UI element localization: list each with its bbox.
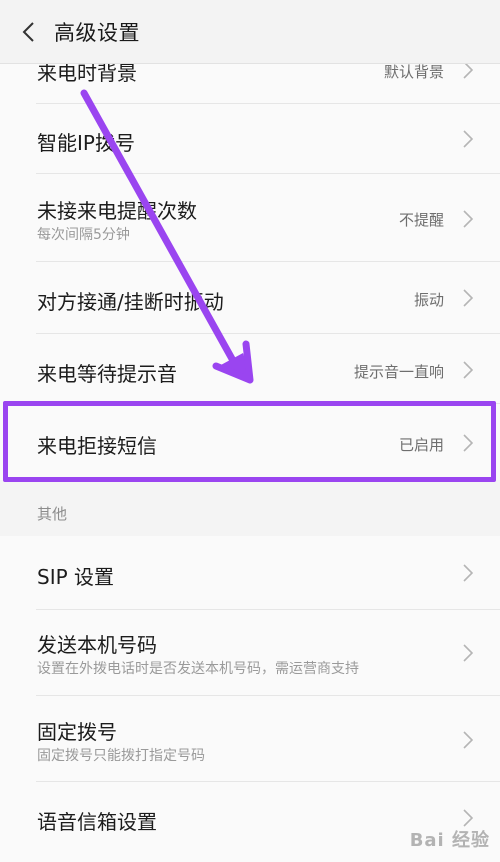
chevron-right-icon <box>463 361 474 379</box>
row-subtitle: 固定拨号只能拨打指定号码 <box>37 748 205 764</box>
chevron-right-icon <box>463 731 474 749</box>
chevron-left-icon <box>22 21 34 42</box>
section-header-other: 其他 <box>37 505 68 523</box>
row-smart-ip-dial[interactable]: 智能IP拨号 <box>0 104 500 174</box>
chevron-right-icon <box>463 564 474 582</box>
row-missed-call-reminder[interactable]: 未接来电提醒次数 每次间隔5分钟 不提醒 <box>0 174 500 262</box>
chevron-right-icon <box>463 434 474 452</box>
row-title: 未接来电提醒次数 <box>37 199 197 223</box>
row-value: 默认背景 <box>383 63 444 81</box>
chevron-right-icon <box>463 210 474 228</box>
screen: 来电时背景 默认背景 智能IP拨号 未接来电提醒次数 每次间隔5分钟 不提醒 对… <box>0 0 500 862</box>
row-title: 智能IP拨号 <box>37 131 135 155</box>
chevron-right-icon <box>463 644 474 662</box>
row-title: 对方接通/挂断时振动 <box>37 290 224 314</box>
row-send-own-number[interactable]: 发送本机号码 设置在外拨电话时是否发送本机号码，需运营商支持 <box>0 610 500 696</box>
back-button[interactable] <box>0 0 56 64</box>
row-call-waiting-tone[interactable]: 来电等待提示音 提示音一直响 <box>0 334 500 404</box>
row-subtitle: 设置在外拨电话时是否发送本机号码，需运营商支持 <box>37 661 359 677</box>
row-reject-call-sms[interactable]: 来电拒接短信 已启用 <box>0 404 500 480</box>
app-header: 高级设置 <box>0 0 500 64</box>
row-title: 发送本机号码 <box>37 633 157 657</box>
section-header-bg <box>0 480 500 536</box>
row-fixed-dialing[interactable]: 固定拨号 固定拨号只能拨打指定号码 <box>0 696 500 782</box>
row-title: 来电等待提示音 <box>37 362 177 386</box>
row-subtitle: 每次间隔5分钟 <box>37 227 130 243</box>
row-value: 振动 <box>413 291 444 309</box>
row-vibrate-on-connect[interactable]: 对方接通/挂断时振动 振动 <box>0 262 500 334</box>
row-title: 语音信箱设置 <box>37 810 157 834</box>
row-title: SIP 设置 <box>37 565 115 589</box>
row-sip-settings[interactable]: SIP 设置 <box>0 536 500 610</box>
chevron-right-icon <box>463 289 474 307</box>
row-title: 固定拨号 <box>37 720 117 744</box>
chevron-right-icon <box>463 809 474 827</box>
row-value: 提示音一直响 <box>353 363 444 381</box>
watermark-logo: Bai 经验 <box>409 830 490 851</box>
row-value: 不提醒 <box>398 211 444 229</box>
chevron-right-icon <box>463 130 474 148</box>
page-title: 高级设置 <box>54 20 140 45</box>
row-value: 已启用 <box>398 436 444 454</box>
row-title: 来电拒接短信 <box>37 434 157 458</box>
